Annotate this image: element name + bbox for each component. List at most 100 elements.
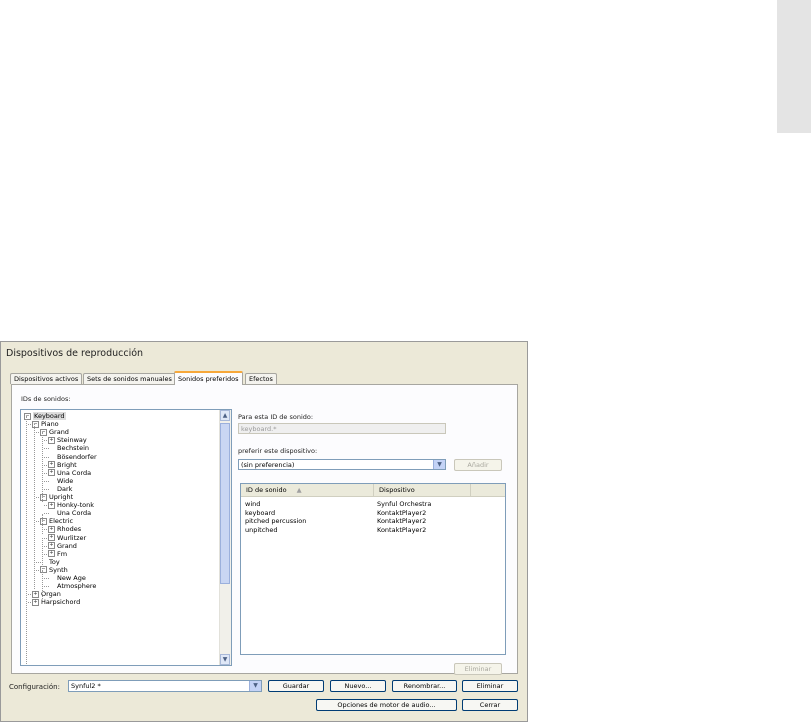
tree-node-label: Synth [49,565,68,574]
tree-node-label: Una Corda [57,509,92,518]
row-sound-id[interactable]: unpitched [245,526,278,534]
row-device[interactable]: KontaktPlayer2 [377,517,426,525]
tree-guide [42,514,43,534]
expand-icon[interactable]: + [48,436,55,444]
expand-icon[interactable]: + [48,550,55,558]
close-button[interactable]: Cerrar [462,699,518,711]
dialog-title: Dispositivos de reproducción [6,348,144,359]
sound-id-field: keyboard.* [238,423,446,434]
tree-node[interactable]: − Synth [40,566,68,574]
list-header: ID de sonido ▲ Dispositivo [241,484,505,497]
new-button[interactable]: Nuevo... [330,680,386,692]
tab-preferred-sounds[interactable]: Sonidos preferidos [174,371,243,385]
delete-rule-button[interactable]: Eliminar [454,663,502,675]
config-label: Configuración: [9,683,60,691]
expand-icon[interactable]: + [48,525,55,533]
tree-node-label: Una Corda [57,468,92,477]
tree-node-label: Wide [57,476,74,485]
expand-icon[interactable]: + [48,501,55,509]
tab-effects[interactable]: Efectos [245,373,277,384]
row-sound-id[interactable]: pitched percussion [245,517,306,525]
tree-node-label: Bright [57,460,77,469]
tree-node[interactable]: Una Corda [48,509,91,517]
tab-active-devices[interactable]: Dispositivos activos [10,373,83,384]
tree-node[interactable]: − Keyboard [24,412,66,420]
tree-node[interactable]: + Una Corda [48,469,91,477]
row-device[interactable]: Synful Orchestra [377,500,431,508]
tree-node-label: Grand [49,428,69,437]
expand-icon[interactable]: + [48,469,55,477]
tree-node[interactable]: Bösendorfer [48,453,97,461]
scroll-down-icon[interactable]: ▼ [220,654,230,665]
page-side-tab [777,0,811,133]
expand-icon[interactable]: + [32,598,39,606]
tree-node[interactable]: Dark [48,485,72,493]
tree-node-label: Electric [49,517,74,526]
tree-node-label: Bösendorfer [57,452,97,461]
tree-node-label: Rhodes [57,525,82,534]
sound-ids-label: IDs de sonidos: [21,395,71,403]
tree-node[interactable]: − Electric [40,517,73,525]
tree-node[interactable]: − Upright [40,493,73,501]
scroll-thumb[interactable] [220,423,230,584]
prefer-device-select[interactable]: (sin preferencia) ▼ [238,459,446,470]
tree-node[interactable]: + Harpsichord [32,598,80,606]
tree-node-label: Toy [49,557,60,566]
tree-node-label: Organ [41,590,61,599]
tree-node[interactable]: + Grand [48,542,77,550]
tree-guide [26,416,27,665]
tab-manual-sound-sets[interactable]: Sets de sonidos manuales [83,373,176,384]
tree-node-label: Honky-tonk [57,501,95,510]
chevron-down-icon[interactable]: ▼ [433,460,445,469]
config-chevron-down-icon[interactable]: ▼ [249,681,261,691]
playback-devices-dialog: Dispositivos de reproducción Dispositivo… [0,341,528,722]
column-sound-id-label: ID de sonido [246,486,287,494]
delete-button[interactable]: Eliminar [462,680,518,692]
tree-node[interactable]: + Wurlitzer [48,534,86,542]
tree-node-label: Upright [49,493,74,501]
config-select[interactable]: Synful2 * ▼ [68,680,262,692]
tree-node[interactable]: + Organ [32,590,61,598]
tree-node-label: Wurlitzer [57,533,87,542]
tree-node[interactable]: + Rhodes [48,525,81,533]
tree-node-label: Steinway [57,436,87,445]
preferred-sounds-list[interactable]: ID de sonido ▲ Dispositivo wind Synful Or… [240,483,506,655]
row-sound-id[interactable]: keyboard [245,509,275,517]
column-sound-id[interactable]: ID de sonido ▲ [241,484,374,496]
tree-guide [42,432,43,502]
tree-node-label: Keyboard [33,412,66,420]
tree-node[interactable]: + Honky-tonk [48,501,94,509]
expand-icon[interactable]: + [48,461,55,469]
sound-id-tree[interactable]: − Keyboard − Piano − Grand + Steinway Bechstein B… [20,409,232,666]
scroll-up-icon[interactable]: ▲ [220,410,230,421]
tree-node[interactable]: + Steinway [48,436,87,444]
expand-icon[interactable]: + [32,590,39,598]
config-value: Synful2 * [71,682,101,690]
tree-node[interactable]: − Grand [40,428,69,436]
tree-node[interactable]: New Age [48,574,86,582]
prefer-device-value: (sin preferencia) [241,461,295,469]
expand-icon[interactable]: + [48,542,55,550]
tree-scrollbar[interactable]: ▲ ▼ [219,410,231,665]
row-device[interactable]: KontaktPlayer2 [377,526,426,534]
expand-icon[interactable]: + [48,534,55,541]
row-sound-id[interactable]: wind [245,500,260,508]
tree-node-label: Piano [41,420,59,429]
tree-node[interactable]: + Bright [48,461,77,469]
rename-button[interactable]: Renombrar... [392,680,457,692]
tree-node-label: Harpsichord [41,598,81,607]
tree-node[interactable]: Bechstein [48,444,89,452]
tree-node[interactable]: Atmosphere [48,582,96,590]
save-button[interactable]: Guardar [268,680,324,692]
tree-node[interactable]: Wide [48,477,73,485]
audio-engine-options-button[interactable]: Opciones de motor de audio... [316,699,457,711]
tree-guide [42,571,43,599]
tree-node[interactable]: + Fm [48,550,67,558]
row-device[interactable]: KontaktPlayer2 [377,509,426,517]
preferred-sounds-panel: IDs de sonidos: − Keyboard − Piano − Grand + St… [11,384,518,675]
tree-node-label: New Age [57,574,86,582]
column-device[interactable]: Dispositivo [374,484,471,496]
add-button[interactable]: Añadir [454,459,502,471]
prefer-device-label: preferir este dispositivo: [238,447,318,455]
tree-node[interactable]: − Piano [32,420,59,428]
